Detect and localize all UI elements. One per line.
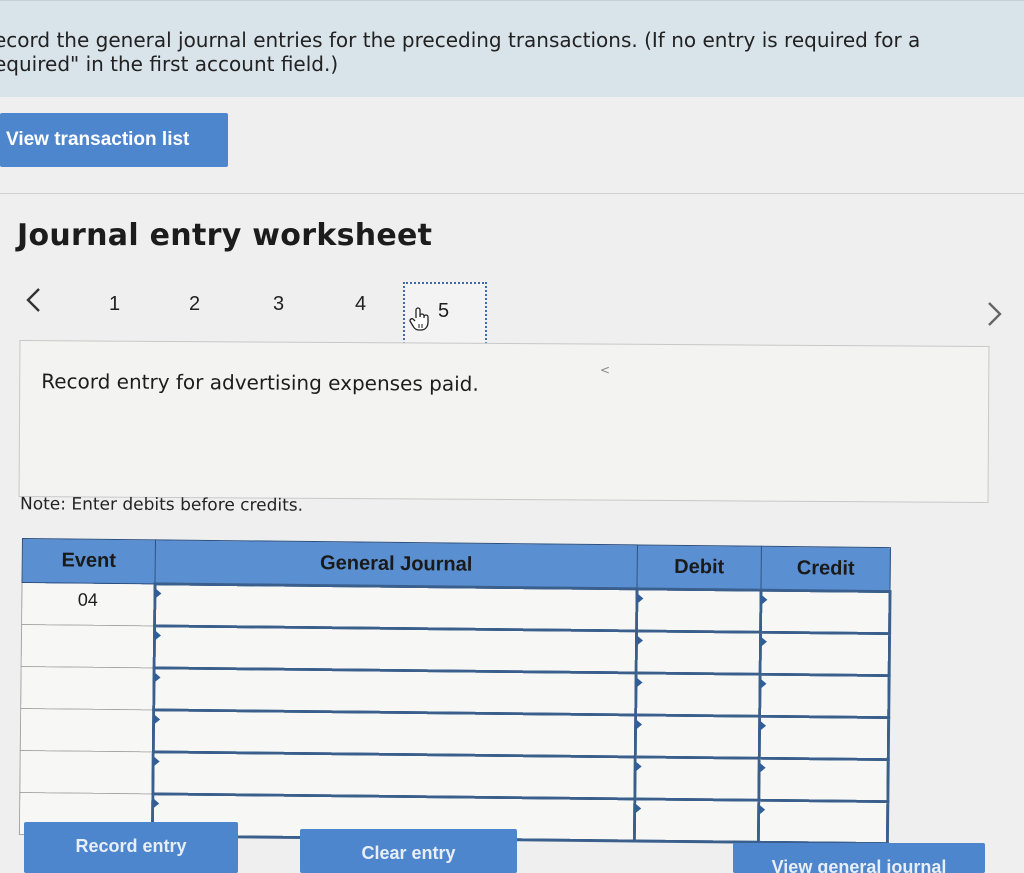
input-marker-icon <box>760 678 767 689</box>
credit-field[interactable] <box>758 800 888 844</box>
note-text: Note: Enter debits before credits. <box>19 494 304 516</box>
account-field[interactable] <box>153 667 637 715</box>
page-tab-2[interactable]: 2 <box>189 293 200 316</box>
debit-field[interactable] <box>636 588 761 633</box>
event-cell <box>19 750 154 794</box>
transaction-prompt-box: Record entry for advertising expenses pa… <box>18 340 990 503</box>
debit-field[interactable] <box>634 798 759 843</box>
view-general-journal-button[interactable]: View general journal <box>733 843 985 873</box>
debit-field[interactable] <box>635 672 761 717</box>
input-marker-icon <box>636 635 644 646</box>
dropdown-marker-icon <box>154 630 162 641</box>
page-tab-3[interactable]: 3 <box>273 293 284 316</box>
instructions-text: ecord the general journal entries for th… <box>0 28 921 76</box>
account-field[interactable] <box>153 709 636 757</box>
instructions-banner: ecord the general journal entries for th… <box>0 0 1024 97</box>
credit-field[interactable] <box>760 590 890 634</box>
view-transaction-list-button[interactable]: View transaction list <box>0 113 228 167</box>
input-marker-icon <box>760 720 767 731</box>
event-cell <box>20 666 155 710</box>
clear-entry-button[interactable]: Clear entry <box>300 829 517 873</box>
credit-field[interactable] <box>759 674 890 718</box>
page-tab-4[interactable]: 4 <box>355 293 366 316</box>
transaction-prompt: Record entry for advertising expenses pa… <box>41 369 479 396</box>
input-marker-icon <box>759 804 766 815</box>
debit-field[interactable] <box>636 630 761 675</box>
credit-field[interactable] <box>760 632 890 676</box>
dropdown-marker-icon <box>155 588 162 599</box>
column-header-credit: Credit <box>760 546 891 592</box>
input-marker-icon <box>635 761 642 772</box>
event-cell <box>21 624 155 668</box>
column-header-general-journal: General Journal <box>155 539 638 589</box>
input-marker-icon <box>636 677 643 688</box>
journal-table: Event General Journal Debit Credit 04 <box>19 538 892 845</box>
input-marker-icon <box>761 594 768 605</box>
input-marker-icon <box>636 719 643 730</box>
input-marker-icon <box>637 593 644 604</box>
hand-pointer-icon <box>409 306 433 336</box>
event-cell: 04 <box>21 582 156 626</box>
journal-table-container: Event General Journal Debit Credit 04 <box>19 538 891 844</box>
account-field[interactable] <box>154 583 638 631</box>
input-marker-icon <box>759 762 766 773</box>
input-marker-icon <box>760 636 768 647</box>
record-entry-button[interactable]: Record entry <box>24 822 238 873</box>
dropdown-marker-icon <box>154 714 161 725</box>
account-field[interactable] <box>154 625 637 673</box>
debit-field[interactable] <box>635 714 760 759</box>
page-tab-1[interactable]: 1 <box>109 293 120 316</box>
column-header-event: Event <box>22 538 156 584</box>
chevron-right-icon[interactable] <box>986 300 1004 335</box>
input-marker-icon <box>635 803 642 814</box>
credit-field[interactable] <box>758 758 889 802</box>
chevron-left-icon[interactable] <box>24 286 42 321</box>
dropdown-marker-icon <box>153 798 160 809</box>
text-cursor-icon: < <box>600 363 611 377</box>
account-field[interactable] <box>152 751 636 799</box>
column-header-debit: Debit <box>637 544 762 591</box>
debit-field[interactable] <box>634 756 760 801</box>
section-divider <box>0 193 1024 194</box>
event-cell <box>20 708 154 752</box>
credit-field[interactable] <box>759 716 889 760</box>
page-tab-5-label: 5 <box>438 300 450 322</box>
page-title: Journal entry worksheet <box>17 218 433 253</box>
dropdown-marker-icon <box>153 756 160 767</box>
dropdown-marker-icon <box>154 672 161 683</box>
